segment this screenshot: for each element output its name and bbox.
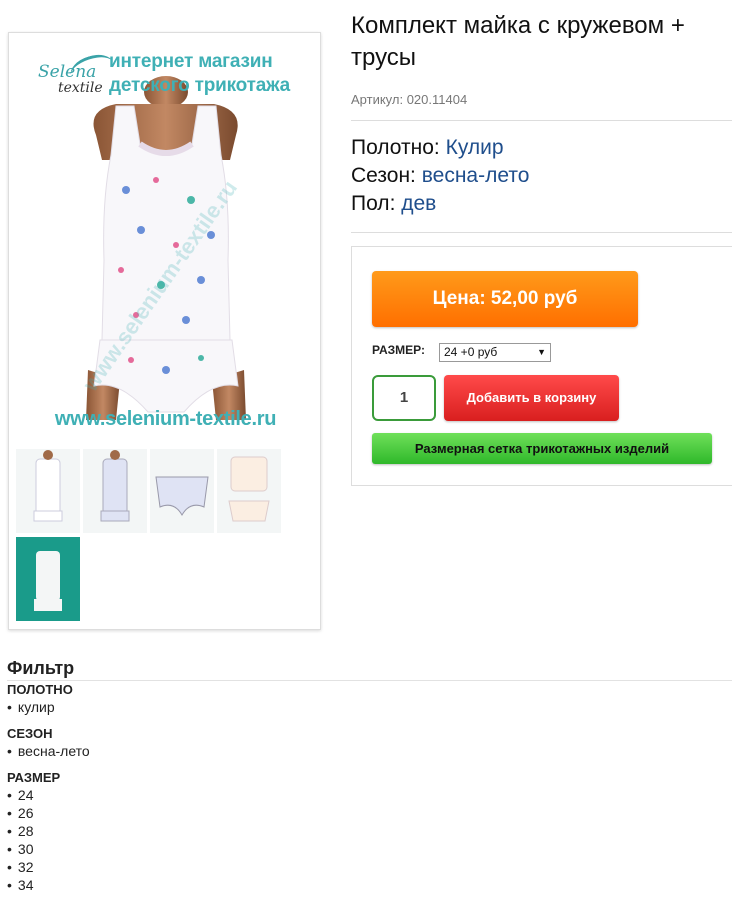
filter-option[interactable]: кулир	[7, 698, 732, 716]
price-button[interactable]: Цена: 52,00 руб	[372, 271, 638, 327]
attribute-gender-link[interactable]: дев	[401, 192, 436, 215]
thumbnail-2[interactable]	[83, 449, 147, 533]
divider	[7, 680, 732, 681]
product-attributes: Полотно: Кулир Сезон: весна-лето Пол: де…	[351, 134, 529, 218]
size-selected-value: 24 +0 руб	[444, 345, 498, 359]
attribute-season: Сезон: весна-лето	[351, 164, 530, 187]
product-sku: Артикул: 020.11404	[351, 92, 468, 107]
brand-logo: Selena textile	[30, 49, 117, 104]
thumbnail-5[interactable]	[16, 537, 80, 621]
attribute-fabric-link[interactable]: Кулир	[446, 136, 504, 159]
filter-group-fabric: ПОЛОТНО кулир	[7, 682, 732, 716]
product-title: Комплект майка с кружевом + трусы	[351, 12, 685, 71]
buy-box: Цена: 52,00 руб РАЗМЕР: 24 +0 руб ▼ 1 До…	[351, 246, 732, 486]
filter-title: Фильтр	[7, 658, 75, 678]
size-label: РАЗМЕР:	[372, 343, 425, 357]
divider	[351, 120, 732, 121]
filter-group-size: РАЗМЕР 24 26 28 30 32 34	[7, 770, 732, 894]
attribute-gender: Пол: дев	[351, 192, 437, 215]
filter-option[interactable]: 24	[7, 786, 732, 804]
add-to-cart-button[interactable]: Добавить в корзину	[444, 375, 619, 421]
filter-option[interactable]: 28	[7, 822, 732, 840]
watermark-url: www.selenium-textile.ru	[54, 408, 277, 430]
filter-group-title: СЕЗОН	[7, 726, 53, 741]
filter-group-season: СЕЗОН весна-лето	[7, 726, 732, 760]
filter-option[interactable]: весна-лето	[7, 742, 732, 760]
filter-group-title: РАЗМЕР	[7, 770, 61, 785]
filter-group-title: ПОЛОТНО	[7, 682, 73, 697]
filter-option[interactable]: 30	[7, 840, 732, 858]
thumbnail-4[interactable]	[217, 449, 281, 533]
filter-option[interactable]: 34	[7, 876, 732, 894]
quantity-input[interactable]: 1	[372, 375, 436, 421]
attribute-season-link[interactable]: весна-лето	[422, 164, 530, 187]
thumbnail-3[interactable]	[150, 449, 214, 533]
attribute-fabric: Полотно: Кулир	[351, 136, 504, 159]
chevron-down-icon: ▼	[537, 347, 546, 357]
main-product-photo[interactable]: www.selenium-textile.ru Selena textile и…	[16, 40, 315, 440]
filter-option[interactable]: 26	[7, 804, 732, 822]
size-select[interactable]: 24 +0 руб ▼	[439, 343, 551, 362]
filter-panel: Фильтр ПОЛОТНО кулир СЕЗОН весна-лето РА…	[7, 657, 732, 894]
divider	[351, 232, 732, 233]
product-gallery: www.selenium-textile.ru Selena textile и…	[8, 32, 321, 630]
brand-tagline: интернет магазин детского трикотажа	[109, 51, 290, 96]
size-chart-button[interactable]: Размерная сетка трикотажных изделий	[372, 433, 712, 464]
thumbnail-1[interactable]	[16, 449, 80, 533]
filter-option[interactable]: 32	[7, 858, 732, 876]
